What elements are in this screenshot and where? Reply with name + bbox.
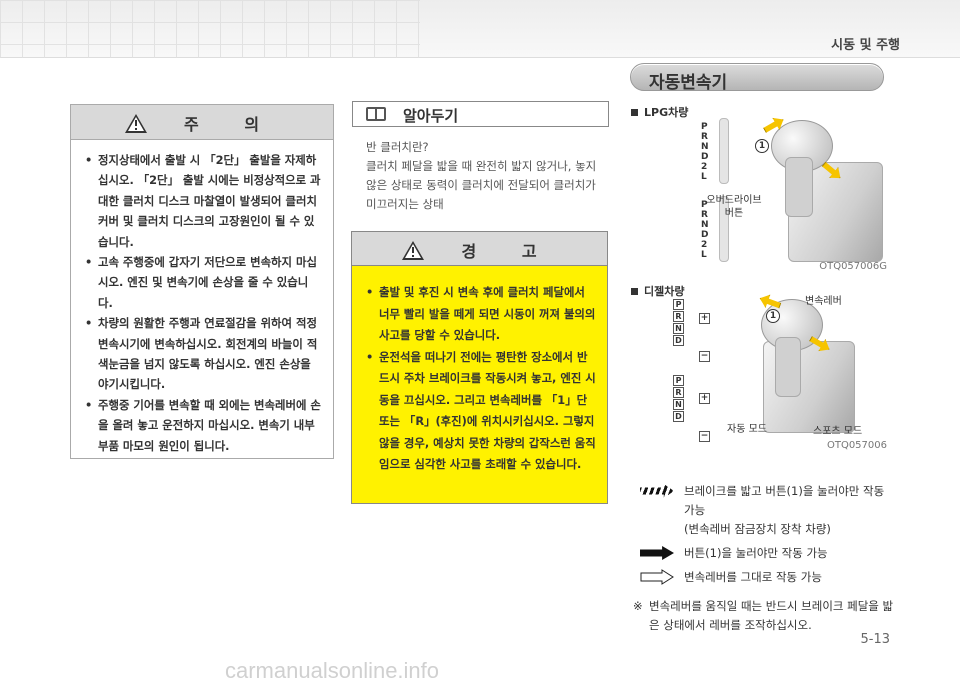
warning-title: 경 고 <box>461 242 557 261</box>
overdrive-button-label: 오버드라이브 버튼 <box>706 195 762 219</box>
chapter-title: 시동 및 주행 <box>831 38 900 53</box>
info-question: 반 클러치란? <box>366 140 429 154</box>
legend-text: 버튼(1)을 눌러야만 작동 가능 <box>684 546 828 560</box>
warning-list: 출발 및 후진 시 변속 후에 클러치 페달에서 너무 빨리 발을 떼게 되면 … <box>352 266 607 476</box>
info-text: 클러치 페달을 밟을 때 완전히 밟지 않거나, 놓지 않은 상태로 동력이 클… <box>366 159 597 211</box>
caution-header: 주 의 <box>71 105 333 140</box>
minus-box: − <box>699 431 710 442</box>
warning-triangle-icon <box>124 114 147 133</box>
legend-row-outline: 변속레버를 그대로 작동 가능 <box>640 566 900 588</box>
auto-mode-label: 자동 모드 <box>727 424 767 435</box>
warning-item: 운전석을 떠나기 전에는 평탄한 장소에서 반드시 주차 브레이크를 작동시켜 … <box>366 347 597 476</box>
info-body: 반 클러치란? 클러치 페달을 밟을 때 완전히 밟지 않거나, 놓지 않은 상… <box>366 138 606 214</box>
caution-list: 정지상태에서 출발 시 「2단」 출발을 자제하십시오. 「2단」 출발 시에는… <box>71 140 333 456</box>
legend-subtext: (변속레버 잠금장치 장착 차량) <box>684 522 831 536</box>
legend-row-solid: 버튼(1)을 눌러야만 작동 가능 <box>640 542 900 564</box>
outline-arrow-icon <box>640 569 674 585</box>
shift-lever-label: 변속레버 <box>805 296 842 307</box>
info-title: 알아두기 <box>403 107 459 125</box>
info-header: 알아두기 <box>352 101 609 127</box>
solid-arrow-icon <box>640 546 674 560</box>
gate-letters-top: PRN D2L <box>701 122 709 182</box>
shift-lever <box>775 337 801 397</box>
section-title-pill: 자동변속기 <box>630 63 884 93</box>
hatched-arrow-icon <box>640 484 674 498</box>
figure-lpg-label: LPG차량 <box>631 104 688 120</box>
legend-text: 변속레버를 그대로 작동 가능 <box>684 570 822 584</box>
caution-item: 차량의 원활한 주행과 연료절감을 위하여 적정 변속시기에 변속하십시오. 회… <box>85 313 321 395</box>
caution-item: 고속 주행중에 갑자기 저단으로 변속하지 마십시오. 엔진 및 변속기에 손상… <box>85 252 321 313</box>
watermark: carmanualsonline.info <box>225 658 440 683</box>
figure-diesel: 디젤차량 PR ND + − PR ND + − 1 변속레버 자동 모드 스포… <box>623 281 893 451</box>
warning-item: 출발 및 후진 시 변속 후에 클러치 페달에서 너무 빨리 발을 떼게 되면 … <box>366 282 597 347</box>
minus-box: − <box>699 351 710 362</box>
figure-diesel-label: 디젤차량 <box>631 283 684 299</box>
callout-number: 1 <box>755 139 769 153</box>
caution-title: 주 의 <box>184 115 280 134</box>
section-title: 자동변속기 <box>649 73 728 93</box>
caution-box: 주 의 정지상태에서 출발 시 「2단」 출발을 자제하십시오. 「2단」 출발… <box>70 104 334 459</box>
shift-lever <box>785 157 813 217</box>
caution-item: 주행중 기어를 변속할 때 외에는 변속레버에 손을 올려 놓고 운전하지 마십… <box>85 395 321 456</box>
arrow-legend: 브레이크를 밟고 버튼(1)을 눌러야만 작동 가능 (변속레버 잠금장치 장착… <box>640 480 900 588</box>
gate-boxes-top: PR ND <box>673 299 684 347</box>
book-icon <box>366 107 386 121</box>
note-text: 변속레버를 움직일 때는 반드시 브레이크 페달을 밟은 상태에서 레버를 조작… <box>649 599 894 632</box>
legend-row-hatched: 브레이크를 밟고 버튼(1)을 눌러야만 작동 가능 (변속레버 잠금장치 장착… <box>640 480 900 540</box>
note: ※ 변속레버를 움직일 때는 반드시 브레이크 페달을 밟은 상태에서 레버를 … <box>633 597 898 635</box>
figure-lpg: LPG차량 PRN D2L PRN D2L 1 오버드라이브 버튼 OTQ057… <box>623 102 893 272</box>
header-bar: 시동 및 주행 <box>0 0 960 58</box>
plus-box: + <box>699 393 710 404</box>
legend-text: 브레이크를 밟고 버튼(1)을 눌러야만 작동 가능 <box>684 484 885 517</box>
warning-header: 경 고 <box>352 232 607 266</box>
note-mark: ※ <box>633 599 643 613</box>
figure-code: OTQ057006G <box>819 261 887 272</box>
warning-box: 경 고 출발 및 후진 시 변속 후에 클러치 페달에서 너무 빨리 발을 떼게… <box>351 231 608 504</box>
gate-boxes-bottom: PR ND <box>673 375 684 423</box>
warning-triangle-icon <box>402 241 425 260</box>
page-number: 5-13 <box>860 632 890 647</box>
callout-number: 1 <box>766 309 780 323</box>
caution-item: 정지상태에서 출발 시 「2단」 출발을 자제하십시오. 「2단」 출발 시에는… <box>85 150 321 252</box>
header-grid-pattern <box>0 0 420 58</box>
sport-mode-label: 스포츠 모드 <box>813 426 863 437</box>
gate-strip-top <box>719 118 729 184</box>
figure-code: OTQ057006 <box>826 440 887 451</box>
plus-box: + <box>699 313 710 324</box>
